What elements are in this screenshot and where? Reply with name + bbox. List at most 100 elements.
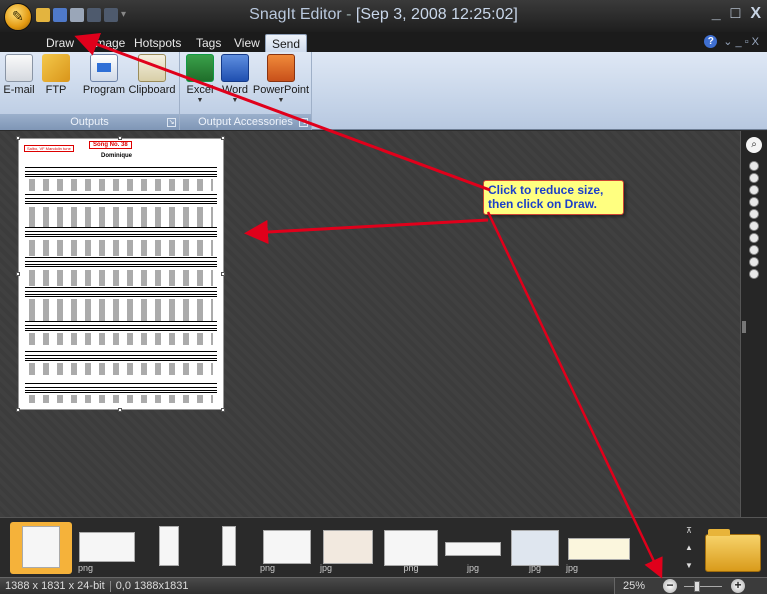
zoom-out-button[interactable]: − (663, 579, 677, 593)
tray-thumbnail[interactable] (144, 522, 194, 574)
resize-handle[interactable] (221, 272, 225, 276)
tray-down-icon[interactable]: ▼ (685, 561, 693, 570)
search-icon[interactable]: ⌕ (746, 137, 762, 153)
captured-image[interactable]: Salbo, VF Mandolin tune Song No. 38 Domi… (18, 138, 224, 410)
tray-thumbnail[interactable] (10, 522, 72, 574)
music-staff (25, 287, 217, 297)
tag-flag-icon[interactable] (749, 245, 759, 255)
excel-button[interactable]: Excel ▼ (185, 54, 215, 104)
panel-collapse-grip[interactable] (742, 321, 746, 333)
status-bar: 1388 x 1831 x 24-bit 0,0 1388x1831 25% − … (0, 577, 767, 594)
thumbnail-image (568, 538, 630, 560)
email-label: E-mail (3, 84, 35, 96)
thumbnail-image (79, 532, 135, 562)
tab-tags[interactable]: Tags (190, 34, 227, 52)
tray-thumbnail[interactable]: png (76, 522, 138, 574)
instruction-callout: Click to reduce size, then click on Draw… (483, 180, 624, 215)
music-staff (25, 351, 217, 361)
tag-flag-icon[interactable] (749, 269, 759, 279)
powerpoint-button[interactable]: PowerPoint ▼ (252, 54, 310, 104)
resize-handle[interactable] (221, 408, 225, 412)
powerpoint-icon (267, 54, 295, 82)
tag-flag-icon[interactable] (749, 161, 759, 171)
help-icon[interactable]: ? (704, 35, 718, 48)
resize-handle[interactable] (118, 408, 122, 412)
tab-send[interactable]: Send (265, 34, 308, 52)
tag-flag-icon[interactable] (749, 221, 759, 231)
ftp-button[interactable]: FTP (41, 54, 71, 96)
tab-hotspots[interactable]: Hotspots (128, 34, 187, 52)
lyrics-line (29, 395, 213, 403)
tray-thumbnail[interactable] (204, 522, 254, 574)
outputs-group: E-mail FTP Program Clipboard Outputs ↘ (0, 52, 180, 130)
tray-top-icon[interactable]: ⊼ (686, 526, 692, 535)
ftp-folder-icon (42, 54, 70, 82)
tag-flag-icon[interactable] (749, 209, 759, 219)
tray-thumbnail[interactable]: jpg (320, 522, 376, 574)
tag-flag-icon[interactable] (749, 185, 759, 195)
image-info: 1388 x 1831 x 24-bit (5, 580, 105, 592)
clipboard-button[interactable]: Clipboard (128, 54, 176, 96)
resize-handle[interactable] (16, 408, 20, 412)
zoom-slider-track[interactable] (684, 586, 722, 587)
document-title: [Sep 3, 2008 12:25:02] (355, 6, 518, 23)
zoom-in-button[interactable]: + (731, 579, 745, 593)
program-button[interactable]: Program (82, 54, 126, 96)
zoom-level: 25% (623, 580, 646, 592)
tab-view[interactable]: View (228, 34, 266, 52)
thumbnail-image (263, 530, 311, 564)
tag-flag-icon[interactable] (749, 257, 759, 267)
outputs-launcher-icon[interactable]: ↘ (167, 118, 176, 127)
thumbnail-caption: png (403, 563, 419, 573)
resize-handle[interactable] (118, 136, 122, 140)
thumbnail-image (222, 526, 236, 566)
selection-info: 0,0 1388x1831 (115, 580, 189, 592)
window-controls: _ □ X (712, 5, 761, 23)
maximize-button[interactable]: □ (731, 5, 741, 23)
status-divider (109, 580, 111, 592)
tray-thumbnail[interactable]: png (260, 522, 314, 574)
zoom-slider-thumb[interactable] (694, 581, 700, 592)
tray-up-icon[interactable]: ▲ (685, 543, 693, 552)
lyrics-line (29, 207, 213, 227)
title-separator: - (346, 6, 352, 23)
tag-flag-icon[interactable] (749, 173, 759, 183)
music-staff (25, 321, 217, 331)
excel-dropdown-icon: ▼ (196, 97, 204, 104)
lyrics-line (29, 333, 213, 345)
tab-draw[interactable]: Draw (40, 34, 80, 52)
open-captures-tray: png png jpg png jpg jpg jpg ⊼ ▲ ▼ (0, 517, 767, 577)
minimize-button[interactable]: _ (712, 5, 721, 23)
outputs-label-text: Outputs (70, 116, 109, 128)
thumbnail-image (323, 530, 373, 564)
song-number-label: Song No. 38 (89, 141, 132, 149)
thumbnail-caption: jpg (566, 563, 579, 573)
tab-image[interactable]: Image (86, 34, 131, 52)
resize-handle[interactable] (16, 272, 20, 276)
tags-panel: ⌕ (740, 131, 767, 517)
resize-handle[interactable] (221, 136, 225, 140)
ribbon: E-mail FTP Program Clipboard Outputs ↘ E… (0, 52, 767, 130)
tag-flag-icon[interactable] (749, 233, 759, 243)
email-button[interactable]: E-mail (3, 54, 35, 96)
music-staff (25, 257, 217, 267)
powerpoint-label: PowerPoint (252, 84, 310, 96)
tray-thumbnail[interactable]: jpg (566, 522, 632, 574)
word-button[interactable]: Word ▼ (220, 54, 250, 104)
tray-thumbnail[interactable]: jpg (508, 522, 562, 574)
close-button[interactable]: X (750, 5, 761, 23)
output-accessories-group: Excel ▼ Word ▼ PowerPoint ▼ Output Acces… (180, 52, 312, 130)
word-label: Word (221, 84, 249, 96)
ribbon-window-controls[interactable]: ⌄ _ ▫ X (723, 35, 759, 48)
tray-thumbnail[interactable]: png (382, 522, 440, 574)
tag-flag-icon[interactable] (749, 197, 759, 207)
resize-handle[interactable] (16, 136, 20, 140)
program-label: Program (82, 84, 126, 96)
tray-thumbnail[interactable]: jpg (444, 522, 502, 574)
thumbnail-image (159, 526, 179, 566)
open-library-folder-icon[interactable] (705, 529, 761, 572)
accessories-launcher-icon[interactable]: ↘ (299, 118, 308, 127)
app-name: SnagIt Editor (249, 6, 342, 23)
excel-icon (186, 54, 214, 82)
thumbnail-caption: png (260, 563, 276, 573)
